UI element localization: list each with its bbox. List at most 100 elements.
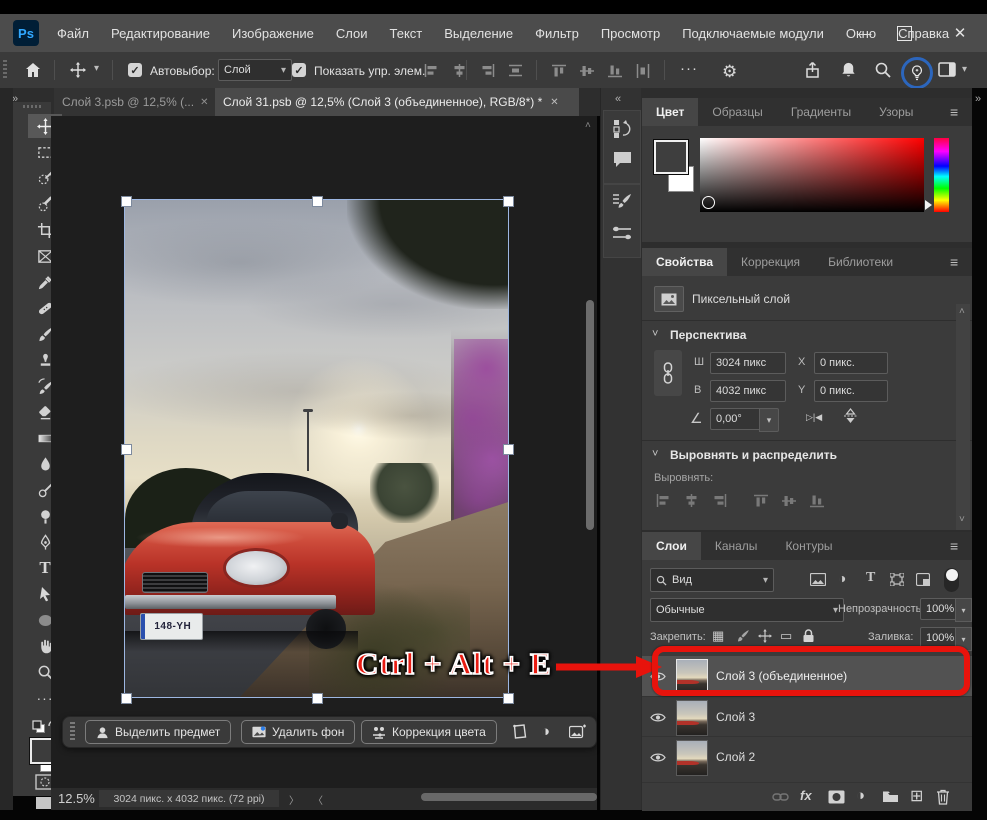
transform-handle-tr[interactable] [503,196,514,207]
canvas-scroll-up-icon[interactable]: ˄ [585,120,591,131]
document-tab-inactive[interactable]: Слой 3.psb @ 12,5% (... ✕ [54,88,231,116]
contextual-task-bar[interactable]: Выделить предмет Удалить фон Коррекция ц… [62,716,597,748]
color-panel-menu-icon[interactable]: ≡ [950,104,958,120]
align-bottom-icon[interactable] [608,64,622,78]
lock-pixels-icon[interactable] [736,629,750,643]
props-align-middle-icon[interactable] [782,494,796,508]
height-input[interactable]: 4032 пикс [710,380,786,402]
align-middle-v-icon[interactable] [580,64,594,78]
align-left-icon[interactable] [424,64,439,77]
tab-properties[interactable]: Свойства [642,248,727,276]
transform-section-chevron-icon[interactable]: ˅ [652,328,658,340]
menu-type[interactable]: Текст [379,26,434,41]
distribute-v-icon[interactable] [636,64,650,78]
transform-handle-tl[interactable] [121,196,132,207]
toolbar-drag-handle[interactable] [23,105,41,108]
brush-settings-panel-icon[interactable] [612,193,632,211]
tab-paths[interactable]: Контуры [771,532,846,560]
home-icon[interactable] [24,61,42,79]
move-option-chevron-icon[interactable]: ▾ [94,63,99,74]
tab-close-icon[interactable]: ✕ [200,97,208,108]
layer-thumbnail[interactable] [676,700,708,736]
layer-row[interactable]: Слой 3 [642,696,972,737]
options-drag-handle[interactable] [3,60,7,80]
props-align-left-icon[interactable] [656,494,671,507]
lock-transparency-icon[interactable]: ▦ [712,628,724,644]
autoselect-checkbox[interactable]: ✓ [128,63,142,77]
maximize-button[interactable] [897,26,912,41]
layer-thumbnail[interactable] [676,740,708,776]
align-right-icon[interactable] [480,64,495,77]
comments-panel-icon[interactable] [613,151,632,168]
horizontal-scrollbar[interactable] [421,793,597,801]
share-icon[interactable] [804,61,821,79]
zoom-level[interactable]: 12.5% [58,791,95,806]
align-section-chevron-icon[interactable]: ˅ [652,448,658,460]
lock-position-icon[interactable] [758,629,772,643]
new-group-icon[interactable] [882,790,899,803]
tab-layers[interactable]: Слои [642,532,701,560]
adjustment-layer-icon[interactable]: ◑ [856,787,865,804]
delete-layer-icon[interactable] [936,789,950,805]
expand-panels-icon[interactable]: « [615,93,621,105]
document-info[interactable]: 3024 пикс. x 4032 пикс. (72 ppi) [99,790,279,807]
default-colors-icon[interactable] [32,720,46,734]
filter-smart-objects-icon[interactable] [916,573,930,586]
tab-close-icon[interactable]: ✕ [550,97,558,108]
transform-handle-bl[interactable] [121,693,132,704]
lock-all-icon[interactable] [802,629,815,643]
tab-adjustments[interactable]: Коррекция [727,248,814,276]
discover-lightbulb-icon[interactable] [901,57,933,89]
tab-patterns[interactable]: Узоры [865,98,927,126]
hue-slider[interactable] [934,138,949,212]
layer-row[interactable]: Слой 2 [642,736,972,777]
menu-file[interactable]: Файл [46,26,100,41]
adjustment-icon[interactable]: ◑ [541,723,550,740]
hue-slider-pointer[interactable] [925,200,932,210]
filter-pixel-layers-icon[interactable] [810,573,826,586]
canvas-vertical-scrollbar[interactable] [586,300,594,530]
transform-handle-br[interactable] [503,693,514,704]
filter-toggle[interactable] [944,568,959,592]
menu-filter[interactable]: Фильтр [524,26,590,41]
distribute-h-icon[interactable] [508,64,523,77]
y-input[interactable]: 0 пикс. [814,380,888,402]
close-button[interactable]: ✕ [938,14,982,52]
tab-color[interactable]: Цвет [642,98,698,126]
filter-type-layers-icon[interactable]: T [866,570,875,586]
blend-mode-dropdown[interactable]: Обычные ▾ [650,598,844,622]
props-align-bottom-icon[interactable] [810,494,824,508]
eye-icon[interactable] [650,752,666,763]
props-align-center-icon[interactable] [684,494,699,507]
gear-icon[interactable]: ⚙ [722,62,737,82]
opacity-dropdown[interactable]: ▾ [955,598,972,622]
link-dimensions-button[interactable] [654,350,682,396]
menu-image[interactable]: Изображение [221,26,325,41]
transform-handle-bc[interactable] [312,693,323,704]
tab-gradients[interactable]: Градиенты [777,98,865,126]
remove-background-button[interactable]: Удалить фон [241,720,355,744]
filter-adjustment-layers-icon[interactable]: ◑ [838,570,846,586]
workspace-chevron-icon[interactable]: ▾ [962,64,967,75]
layer-name[interactable]: Слой 3 [716,710,755,724]
history-panel-icon[interactable] [613,119,631,139]
width-input[interactable]: 3024 пикс [710,352,786,374]
layer-styles-icon[interactable]: fx [800,788,812,803]
status-next-icon[interactable]: 〉 [289,792,299,807]
x-input[interactable]: 0 пикс. [814,352,888,374]
properties-menu-icon[interactable]: ≡ [950,254,958,270]
props-align-top-icon[interactable] [754,494,768,508]
menu-select[interactable]: Выделение [433,26,524,41]
show-controls-checkbox[interactable]: ✓ [292,63,306,77]
tab-channels[interactable]: Каналы [701,532,772,560]
eye-icon[interactable] [650,712,666,723]
document-tab-active[interactable]: Слой 31.psb @ 12,5% (Слой 3 (объединенно… [215,88,579,116]
lock-artboard-icon[interactable]: ▭ [780,628,792,644]
transform-handle-mr[interactable] [503,444,514,455]
menu-plugins[interactable]: Подключаемые модули [671,26,835,41]
select-subject-button[interactable]: Выделить предмет [85,720,231,744]
color-field-cursor[interactable] [702,196,715,209]
autoselect-dropdown[interactable]: Слой ▾ [218,59,292,81]
foreground-swatch[interactable] [654,140,688,174]
align-section-title[interactable]: Выровнять и распределить [670,448,837,462]
